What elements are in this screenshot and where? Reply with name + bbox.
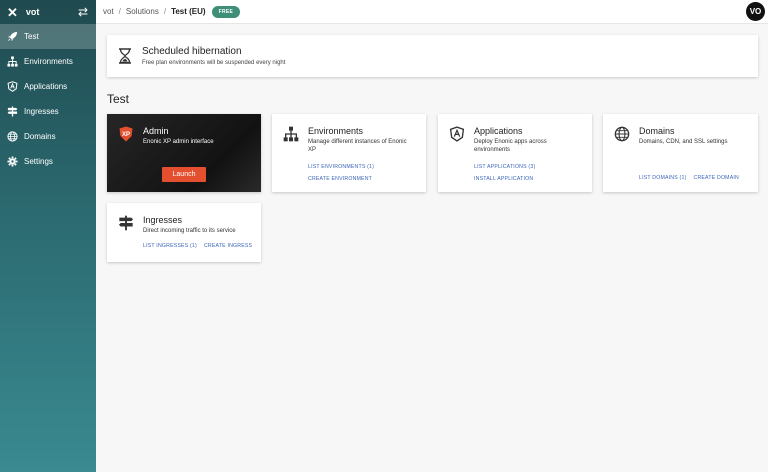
list-applications-link[interactable]: LIST APPLICATIONS (3) <box>474 164 535 170</box>
applications-card: Applications Deploy Enonic apps across e… <box>438 114 592 192</box>
breadcrumb: vot / Solutions / Test (EU) FREE <box>96 5 241 18</box>
rocket-icon <box>6 31 18 43</box>
environments-card: Environments Manage different instances … <box>272 114 426 192</box>
domains-title: Domains <box>639 126 675 136</box>
project-name: vot <box>25 7 40 17</box>
hibernation-banner: Scheduled hibernation Free plan environm… <box>107 35 758 77</box>
sidebar: ✕ vot ⇄ Test Environments Applications I… <box>0 0 96 472</box>
sidebar-item-ingresses[interactable]: Ingresses <box>0 99 96 124</box>
sitemap-icon <box>283 126 299 142</box>
switch-project-icon[interactable]: ⇄ <box>78 5 88 19</box>
sidebar-item-environments[interactable]: Environments <box>0 49 96 74</box>
ingresses-links: LIST INGRESSES (1) CREATE INGRESS <box>143 243 252 249</box>
sidebar-item-domains[interactable]: Domains <box>0 124 96 149</box>
close-icon: ✕ <box>7 4 18 20</box>
close-sidebar-button[interactable]: ✕ vot <box>7 6 39 19</box>
install-application-link[interactable]: INSTALL APPLICATION <box>474 176 535 182</box>
domains-description: Domains, CDN, and SSL settings <box>639 139 728 145</box>
admin-title: Admin <box>143 126 169 136</box>
sidebar-item-label: Test <box>24 32 39 41</box>
breadcrumb-current: Test (EU) <box>171 7 206 16</box>
app-shield-icon <box>6 81 18 93</box>
sidebar-item-label: Applications <box>24 82 68 91</box>
sidebar-item-label: Domains <box>24 132 56 141</box>
ingresses-card: Ingresses Direct incoming traffic to its… <box>107 203 261 262</box>
sidebar-nav: Test Environments Applications Ingresses… <box>0 24 96 174</box>
environments-title: Environments <box>308 126 364 136</box>
breadcrumb-solutions[interactable]: Solutions <box>126 7 159 16</box>
globe-icon <box>6 131 18 143</box>
breadcrumb-project[interactable]: vot <box>103 7 114 16</box>
domains-links: LIST DOMAINS (1) CREATE DOMAIN <box>639 175 739 181</box>
create-environment-link[interactable]: CREATE ENVIRONMENT <box>308 176 374 182</box>
breadcrumb-separator: / <box>163 7 167 16</box>
sidebar-item-label: Ingresses <box>24 107 59 116</box>
signpost-icon <box>118 215 134 231</box>
app-shield-icon <box>449 126 465 142</box>
banner-title: Scheduled hibernation <box>142 46 242 57</box>
sitemap-icon <box>6 56 18 68</box>
environments-description: Manage different instances of Enonic XP <box>308 139 407 153</box>
sidebar-item-label: Settings <box>24 157 53 166</box>
applications-links: LIST APPLICATIONS (3) INSTALL APPLICATIO… <box>474 164 535 182</box>
avatar[interactable]: VO <box>746 2 765 21</box>
top-bar: vot / Solutions / Test (EU) FREE VO <box>96 0 768 24</box>
applications-title: Applications <box>474 126 523 136</box>
sidebar-header: ✕ vot ⇄ <box>0 0 96 24</box>
sidebar-item-label: Environments <box>24 57 73 66</box>
plan-badge: FREE <box>211 5 241 18</box>
list-environments-link[interactable]: LIST ENVIRONMENTS (1) <box>308 164 374 170</box>
signpost-icon <box>6 106 18 118</box>
create-domain-link[interactable]: CREATE DOMAIN <box>694 175 739 181</box>
applications-description: Deploy Enonic apps across environments <box>474 139 547 153</box>
hourglass-icon <box>118 48 132 64</box>
svg-text:XP: XP <box>122 132 130 138</box>
page-title: Test <box>107 92 130 106</box>
domains-card: Domains Domains, CDN, and SSL settings L… <box>603 114 758 192</box>
ingresses-title: Ingresses <box>143 215 183 225</box>
sidebar-item-settings[interactable]: Settings <box>0 149 96 174</box>
globe-icon <box>614 126 630 142</box>
list-ingresses-link[interactable]: LIST INGRESSES (1) <box>143 243 197 249</box>
environments-links: LIST ENVIRONMENTS (1) CREATE ENVIRONMENT <box>308 164 374 182</box>
sidebar-item-test[interactable]: Test <box>0 24 96 49</box>
admin-description: Enonic XP admin interface <box>143 139 214 145</box>
list-domains-link[interactable]: LIST DOMAINS (1) <box>639 175 687 181</box>
gear-icon <box>6 156 18 168</box>
banner-subtitle: Free plan environments will be suspended… <box>142 60 286 66</box>
sidebar-item-applications[interactable]: Applications <box>0 74 96 99</box>
create-ingress-link[interactable]: CREATE INGRESS <box>204 243 252 249</box>
launch-button[interactable]: Launch <box>162 167 206 182</box>
breadcrumb-separator: / <box>118 7 121 16</box>
xp-icon: XP <box>118 126 134 142</box>
ingresses-description: Direct incoming traffic to its service <box>143 228 236 234</box>
